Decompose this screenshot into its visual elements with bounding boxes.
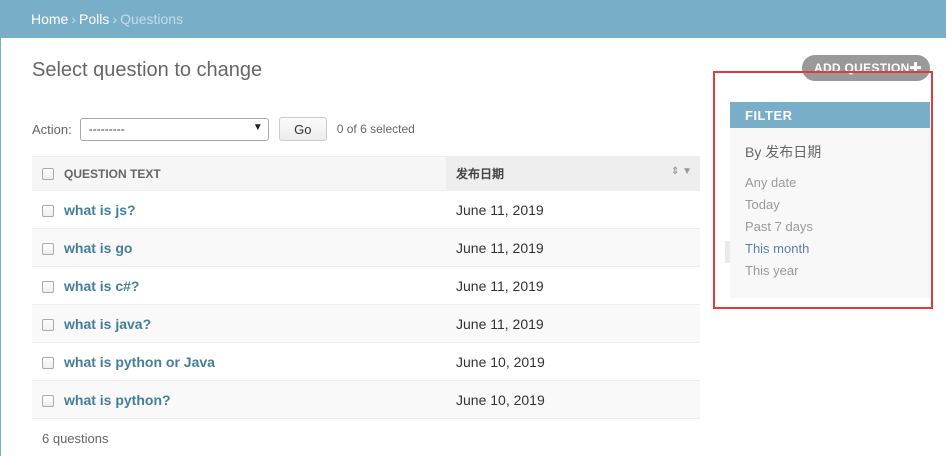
paginator: 6 questions xyxy=(42,431,109,446)
table-row: what is go June 11, 2019 xyxy=(32,228,700,267)
pub-date-cell: June 11, 2019 xyxy=(446,190,700,229)
breadcrumb-polls[interactable]: Polls xyxy=(79,11,109,27)
row-checkbox[interactable] xyxy=(42,242,54,255)
selection-counter: 0 of 6 selected xyxy=(336,122,415,136)
column-header-pub-date[interactable]: 发布日期 ⇕ ▼ xyxy=(446,156,700,191)
action-select-value: --------- xyxy=(88,121,125,136)
action-label: Action: xyxy=(32,121,72,137)
annotation-highlight-box xyxy=(713,71,933,309)
breadcrumb: Home › Polls › Questions xyxy=(1,0,946,38)
actions-bar: Action: --------- ▼ Go 0 of 6 selected xyxy=(32,117,700,141)
question-link[interactable]: what is java? xyxy=(64,316,151,332)
question-link[interactable]: what is c#? xyxy=(64,278,139,294)
pub-date-cell: June 11, 2019 xyxy=(446,266,700,305)
table-row: what is python or Java June 10, 2019 xyxy=(32,342,700,381)
sort-toggle-icon[interactable]: ⇕ ▼ xyxy=(671,166,692,177)
question-link[interactable]: what is python? xyxy=(64,392,171,408)
column-header-question-text[interactable]: QUESTION TEXT xyxy=(64,156,446,191)
breadcrumb-home[interactable]: Home xyxy=(31,11,68,27)
table-row: what is java? June 11, 2019 xyxy=(32,304,700,343)
chevron-down-icon: ▼ xyxy=(252,121,263,133)
row-checkbox[interactable] xyxy=(42,280,54,293)
row-checkbox[interactable] xyxy=(42,318,54,331)
question-link[interactable]: what is go xyxy=(64,240,132,256)
breadcrumb-current: Questions xyxy=(120,11,184,27)
breadcrumb-separator: › xyxy=(71,11,77,27)
action-select[interactable]: --------- ▼ xyxy=(79,117,269,141)
select-all-checkbox[interactable] xyxy=(42,168,54,181)
pub-date-cell: June 11, 2019 xyxy=(446,228,700,267)
table-row: what is c#? June 11, 2019 xyxy=(32,266,700,305)
pub-date-cell: June 11, 2019 xyxy=(446,304,700,343)
row-checkbox[interactable] xyxy=(42,356,54,369)
select-all-cell xyxy=(32,156,64,191)
row-checkbox[interactable] xyxy=(42,204,54,217)
table-row: what is python? June 10, 2019 xyxy=(32,380,700,419)
row-checkbox[interactable] xyxy=(42,394,54,407)
results-table: QUESTION TEXT 发布日期 ⇕ ▼ what is js? June … xyxy=(32,156,700,419)
page-title: Select question to change xyxy=(32,59,263,81)
pub-date-cell: June 10, 2019 xyxy=(446,380,700,419)
go-button[interactable]: Go xyxy=(278,117,327,141)
question-link[interactable]: what is js? xyxy=(64,202,136,218)
pub-date-cell: June 10, 2019 xyxy=(446,342,700,381)
question-link[interactable]: what is python or Java xyxy=(64,354,215,370)
breadcrumb-separator: › xyxy=(112,11,118,27)
table-row: what is js? June 11, 2019 xyxy=(32,190,700,229)
column-header-pub-date-label: 发布日期 xyxy=(456,167,505,181)
